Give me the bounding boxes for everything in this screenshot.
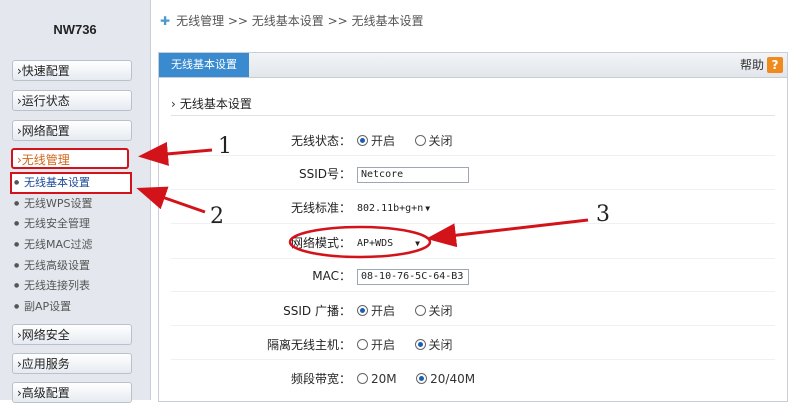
annotation-number-1: 1 [218, 134, 232, 159]
annotation-ellipse [288, 225, 432, 259]
annotation-arrow-2 [136, 186, 206, 214]
annotation-arrow-1 [138, 141, 213, 166]
annotation-number-2: 2 [210, 204, 224, 229]
annotation-number-3: 3 [596, 202, 610, 227]
annotation-overlay [136, 141, 589, 259]
annotation-arrow-3 [426, 218, 589, 248]
